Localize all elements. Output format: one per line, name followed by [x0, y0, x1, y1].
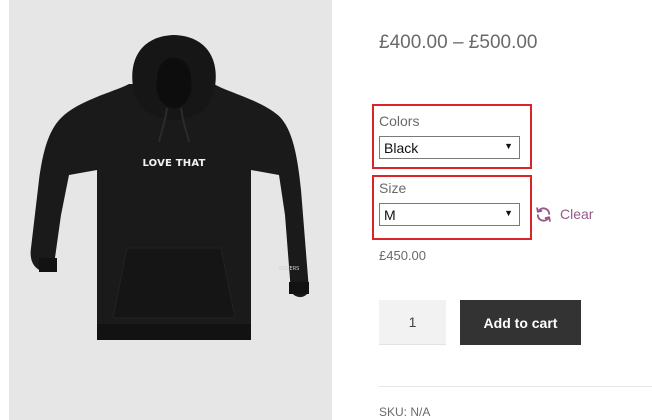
sku-label: SKU: — [379, 405, 408, 419]
sku-value: N/A — [410, 405, 431, 419]
price-range: £400.00 – £500.00 — [379, 32, 538, 53]
size-select[interactable]: M ▼ — [379, 203, 520, 226]
colors-select[interactable]: Black ▼ — [379, 136, 520, 159]
caret-down-icon: ▼ — [504, 208, 513, 218]
hoodie-print-text: LOVE THAT — [142, 158, 206, 169]
colors-label: Colors — [379, 113, 420, 129]
hoodie-illustration — [30, 35, 310, 340]
quantity-input[interactable]: 1 — [379, 300, 446, 345]
clear-variations-link[interactable]: Clear — [535, 204, 593, 224]
refresh-icon — [536, 206, 551, 222]
colors-select-value: Black — [384, 140, 419, 156]
product-image[interactable]: LOVE THAT SISTERS — [9, 0, 332, 420]
sku-meta: SKU: N/A — [379, 405, 430, 419]
clear-label: Clear — [560, 206, 594, 222]
divider — [379, 386, 652, 387]
size-select-value: M — [384, 207, 396, 223]
product-page: LOVE THAT SISTERS £400.00 – £500.00 Colo… — [0, 0, 652, 420]
sleeve-print-text: SISTERS — [278, 266, 300, 272]
caret-down-icon: ▼ — [504, 141, 513, 151]
add-to-cart-button[interactable]: Add to cart — [460, 300, 581, 345]
size-label: Size — [379, 180, 407, 196]
variation-price: £450.00 — [379, 248, 426, 263]
